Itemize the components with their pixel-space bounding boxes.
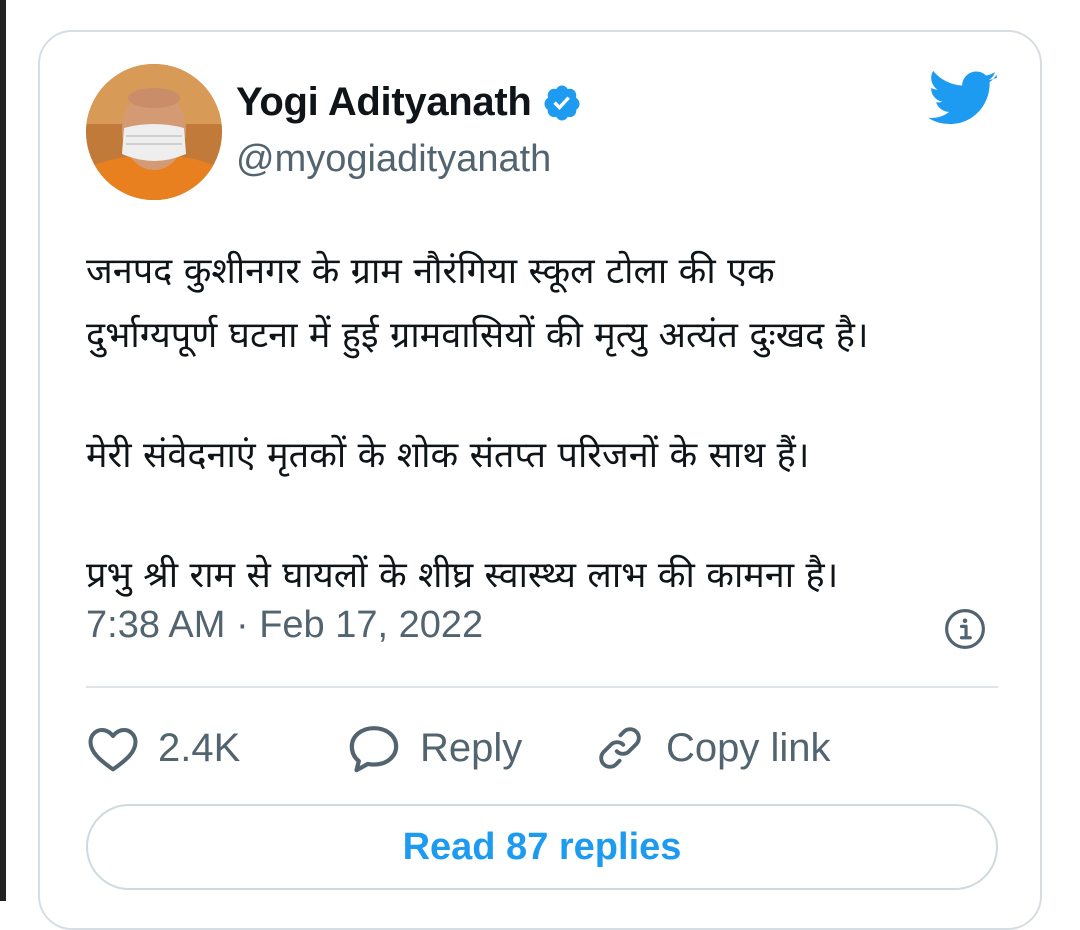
info-icon[interactable] — [944, 608, 986, 650]
tweet-timestamp[interactable]: 7:38 AM · Feb 17, 2022 — [86, 604, 483, 647]
read-replies-button[interactable]: Read 87 replies — [86, 804, 998, 890]
read-replies-label: Read 87 replies — [402, 825, 682, 868]
tweet-line: मेरी संवेदनाएं मृतकों के शोक संतप्त परिज… — [86, 435, 810, 476]
like-count: 2.4K — [158, 725, 241, 770]
tweet-paragraph-1: जनपद कुशीनगर के ग्राम नौरंगिया स्कूल टोल… — [86, 240, 1006, 368]
verified-badge-icon — [544, 85, 580, 120]
window-edge — [0, 0, 6, 901]
avatar[interactable] — [86, 64, 222, 200]
tweet-line: जनपद कुशीनगर के ग्राम नौरंगिया स्कूल टोल… — [86, 251, 775, 292]
speech-bubble-icon — [349, 726, 399, 773]
action-bar: 2.4K Reply Copy link — [86, 716, 831, 780]
heart-icon — [88, 727, 138, 772]
author-handle[interactable]: @myogiadityanath — [236, 138, 551, 181]
tweet-line: प्रभु श्री राम से घायलों के शीघ्र स्वास्… — [86, 555, 839, 596]
divider — [86, 686, 998, 688]
author-name[interactable]: Yogi Adityanath — [236, 80, 532, 125]
author-row: Yogi Adityanath — [236, 80, 582, 125]
copy-link-button[interactable]: Copy link — [592, 722, 831, 774]
tweet-paragraph-2: मेरी संवेदनाएं मृतकों के शोक संतप्त परिज… — [86, 424, 1006, 488]
tweet-paragraph-3: प्रभु श्री राम से घायलों के शीघ्र स्वास्… — [86, 544, 1006, 608]
tweet-text: जनपद कुशीनगर के ग्राम नौरंगिया स्कूल टोल… — [86, 240, 1006, 608]
twitter-bird-icon[interactable] — [928, 70, 998, 130]
link-icon — [599, 727, 641, 769]
reply-label: Reply — [420, 725, 523, 770]
like-button[interactable]: 2.4K — [86, 723, 346, 773]
reply-button[interactable]: Reply — [346, 722, 592, 774]
copy-link-label: Copy link — [666, 725, 831, 770]
tweet-line: दुर्भाग्यपूर्ण घटना में हुई ग्रामवासियों… — [86, 315, 869, 356]
